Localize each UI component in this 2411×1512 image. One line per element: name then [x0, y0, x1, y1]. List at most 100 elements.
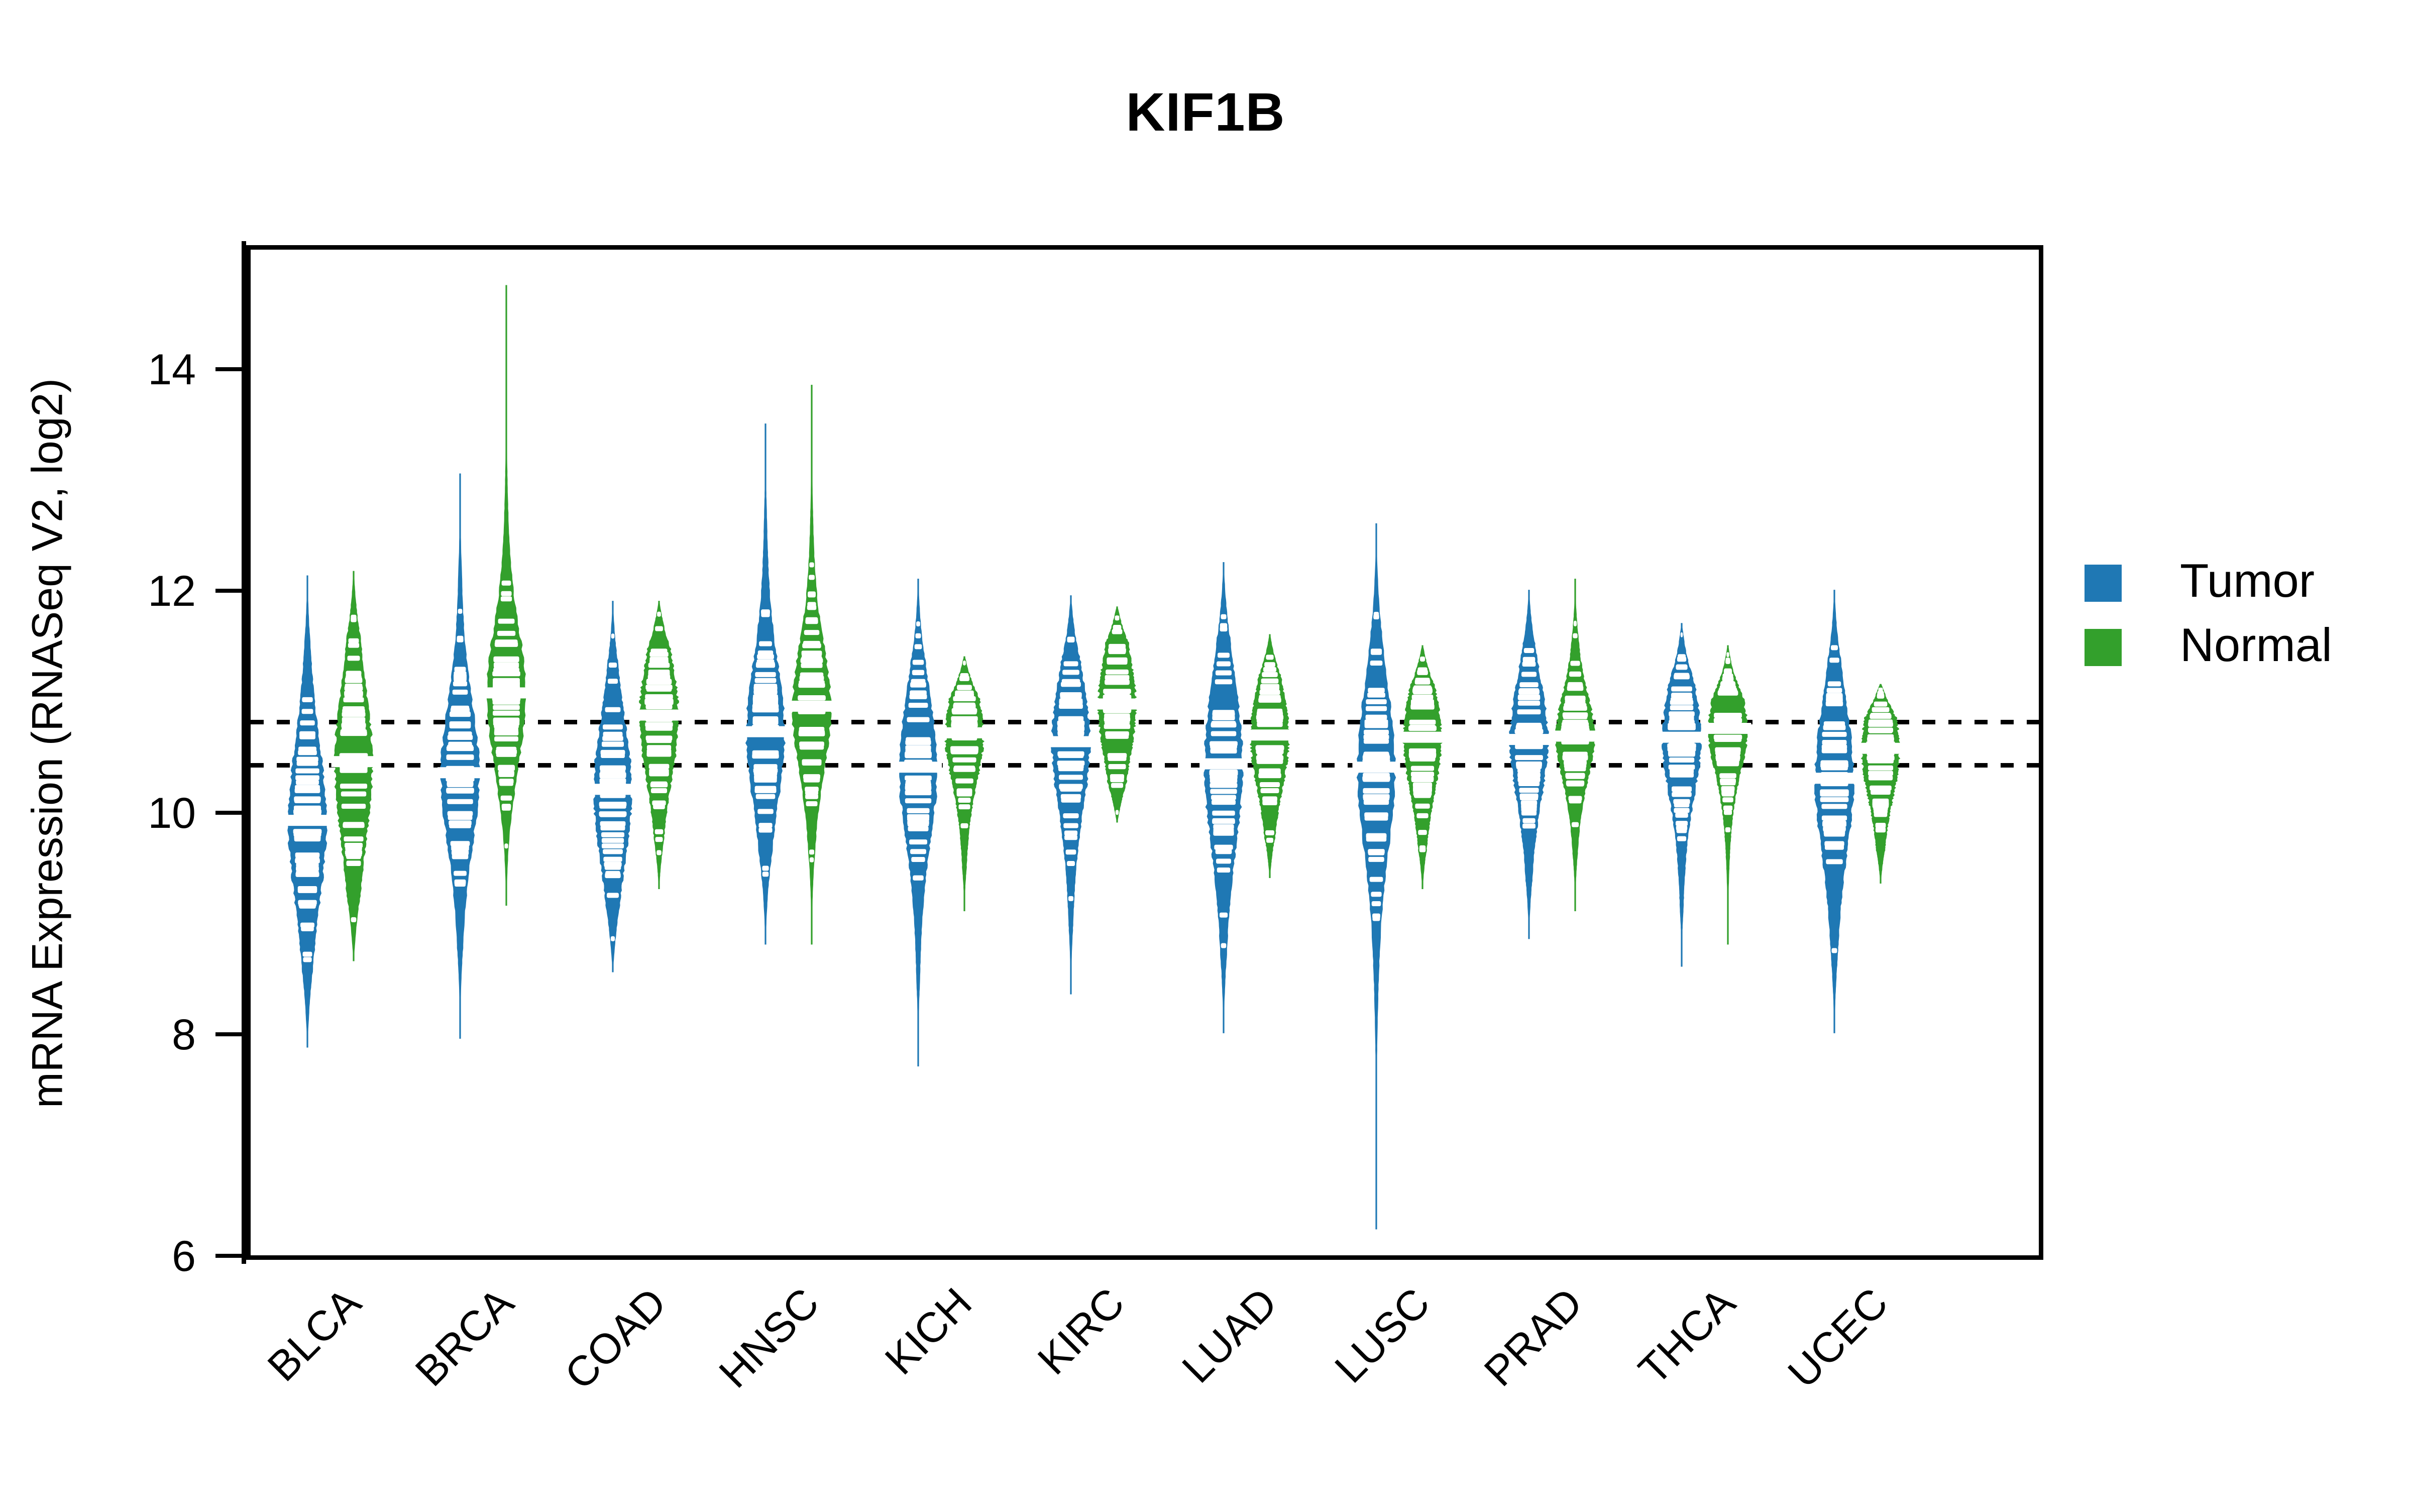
data-strip — [493, 720, 520, 726]
data-strip — [1256, 715, 1284, 720]
violin-normal-UCEC[interactable] — [1820, 250, 1941, 1255]
data-strip — [649, 652, 669, 657]
data-strip — [652, 800, 666, 806]
data-strip — [657, 611, 661, 617]
data-strip — [1867, 736, 1894, 742]
data-strip — [960, 673, 969, 679]
data-strip — [1411, 694, 1434, 700]
violin-normal-COAD[interactable] — [599, 250, 719, 1255]
data-strip — [655, 837, 663, 842]
legend-label: Normal — [2180, 618, 2332, 671]
data-strip — [809, 575, 815, 580]
data-strip — [345, 850, 363, 855]
violin-normal-KIRC[interactable] — [1057, 250, 1177, 1255]
data-strip — [1720, 778, 1736, 784]
data-strip — [1872, 707, 1890, 712]
data-strip — [952, 709, 977, 715]
median-line — [942, 727, 987, 738]
data-strip — [1408, 748, 1437, 753]
data-strip — [495, 749, 517, 754]
data-strip — [1110, 774, 1125, 780]
data-strip — [498, 765, 515, 770]
data-strip — [1714, 736, 1742, 742]
data-strip — [1562, 712, 1588, 718]
violin-normal-HNSC[interactable] — [751, 250, 872, 1255]
data-strip — [1105, 675, 1130, 680]
data-strip — [1420, 656, 1425, 662]
data-strip — [1256, 749, 1284, 754]
data-strip — [802, 654, 822, 659]
violin-normal-THCA[interactable] — [1668, 250, 1788, 1255]
data-strip — [1569, 671, 1581, 677]
data-strip — [1411, 776, 1434, 782]
data-strip — [1266, 837, 1273, 843]
data-strip — [648, 764, 670, 769]
violin-normal-PRAD[interactable] — [1515, 250, 1635, 1255]
data-strip — [1103, 689, 1131, 694]
data-strip — [960, 823, 968, 828]
data-strip — [802, 759, 822, 765]
y-tick-label: 6 — [172, 1232, 196, 1280]
data-strip — [1565, 696, 1586, 701]
data-strip — [1260, 782, 1280, 787]
y-tick-label: 14 — [148, 346, 196, 394]
data-strip — [1410, 704, 1435, 709]
data-strip — [1107, 753, 1127, 759]
data-strip — [1415, 678, 1430, 683]
data-strip — [644, 698, 674, 704]
data-strip — [340, 729, 367, 734]
data-strip — [1715, 750, 1741, 755]
violin-normal-LUSC[interactable] — [1362, 250, 1483, 1255]
data-strip — [809, 562, 814, 568]
data-strip — [344, 692, 363, 698]
data-strip — [341, 791, 367, 797]
data-strip — [646, 738, 672, 743]
data-strip — [1410, 772, 1435, 777]
data-strip — [654, 829, 664, 834]
data-strip — [347, 656, 360, 661]
data-strip — [1868, 727, 1893, 733]
data-strip — [1113, 625, 1122, 630]
data-strip — [345, 845, 362, 851]
data-strip — [804, 630, 820, 635]
violin-normal-BLCA[interactable] — [293, 250, 414, 1255]
data-strip — [645, 722, 673, 727]
data-strip — [802, 643, 821, 649]
data-strip — [1412, 782, 1433, 788]
data-strip — [1573, 621, 1577, 626]
data-strip — [1868, 720, 1893, 726]
data-strip — [646, 679, 672, 684]
data-strip — [645, 704, 673, 709]
data-strip — [655, 626, 663, 631]
data-strip — [1868, 775, 1893, 781]
data-strip — [1562, 754, 1588, 760]
data-strip — [646, 751, 672, 757]
data-strip — [1104, 717, 1131, 722]
data-strip — [351, 917, 357, 922]
data-strip — [1721, 786, 1735, 791]
data-strip — [501, 591, 512, 596]
median-line — [788, 700, 836, 712]
violin-normal-BRCA[interactable] — [446, 250, 567, 1255]
data-strip — [348, 638, 359, 643]
data-strip — [1105, 680, 1130, 685]
y-tick-10 — [215, 810, 242, 815]
data-strip — [803, 774, 821, 780]
data-strip — [504, 843, 508, 849]
data-strip — [799, 727, 825, 732]
data-strip — [798, 683, 825, 688]
data-strip — [343, 697, 364, 703]
data-strip — [345, 677, 362, 682]
violin-normal-KICH[interactable] — [904, 250, 1025, 1255]
data-strip — [348, 642, 360, 648]
data-strip — [493, 656, 519, 662]
data-strip — [1410, 754, 1435, 760]
plot-area — [246, 245, 2043, 1260]
data-strip — [1873, 805, 1888, 811]
data-strip — [1259, 696, 1281, 701]
data-strip — [1115, 615, 1120, 621]
data-strip — [1410, 766, 1435, 771]
violin-normal-LUAD[interactable] — [1210, 250, 1330, 1255]
median-line — [1704, 723, 1751, 734]
data-strip — [493, 705, 520, 710]
